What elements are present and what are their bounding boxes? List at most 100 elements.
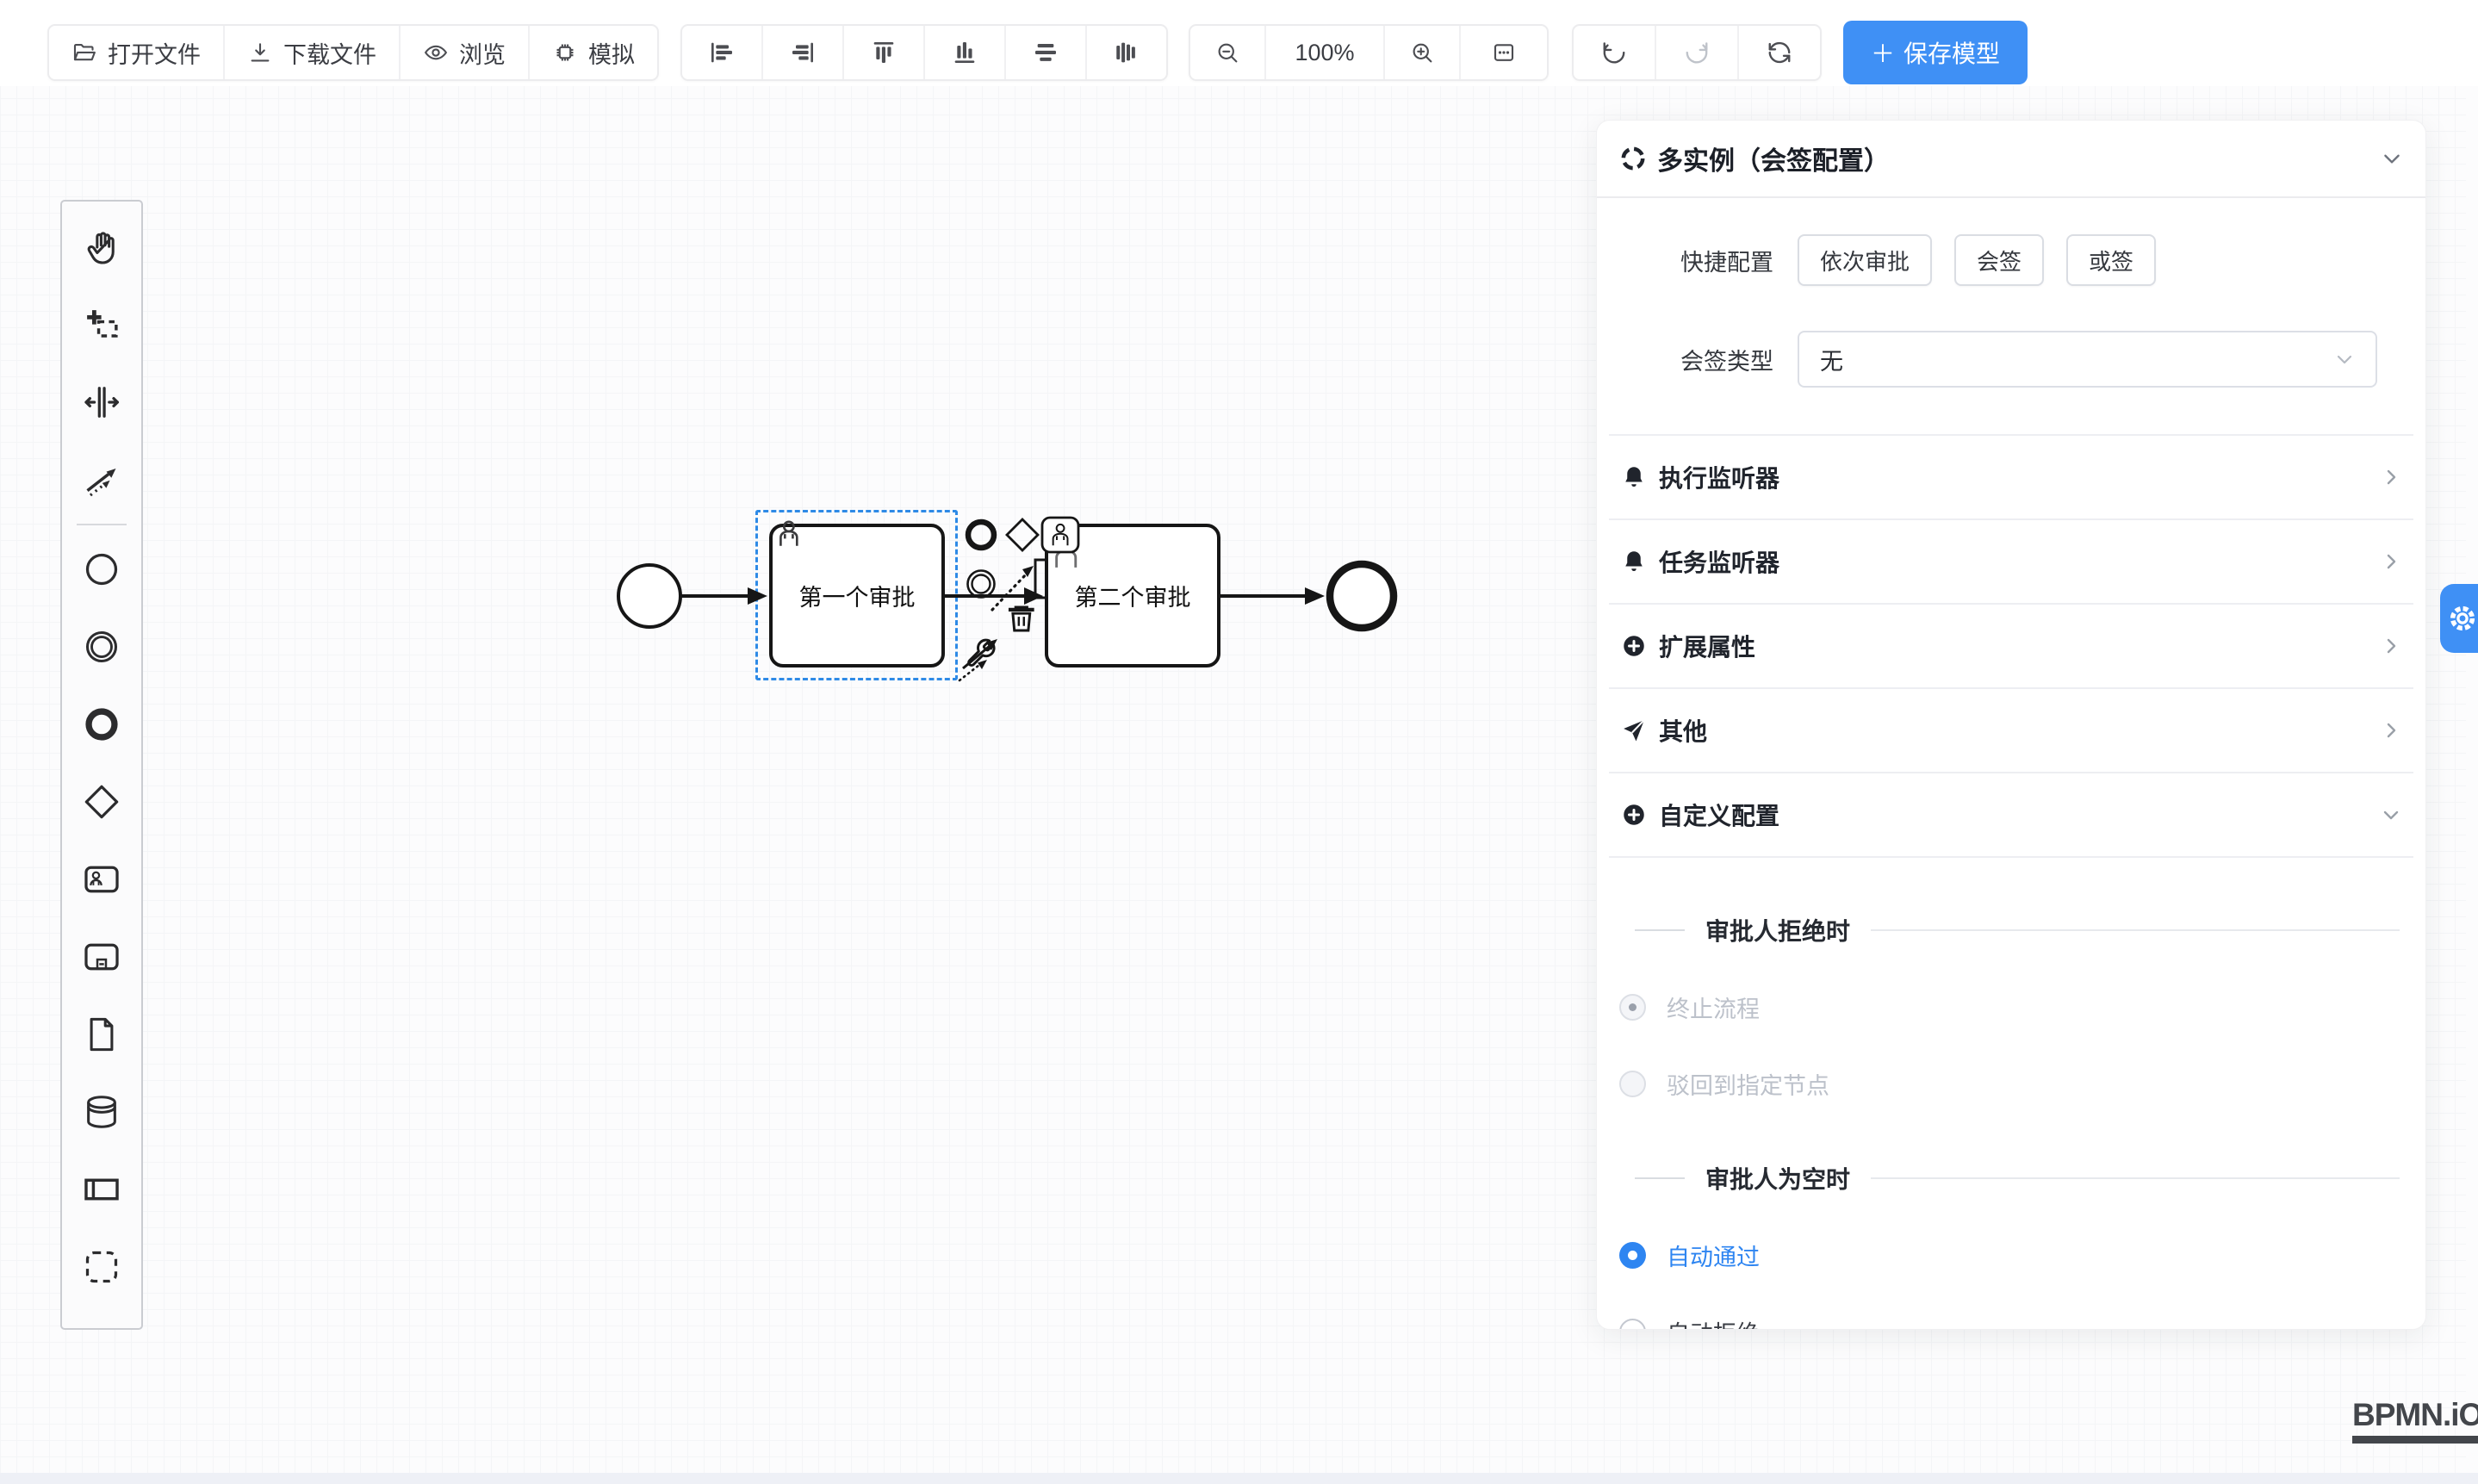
lasso-icon [82, 305, 121, 345]
browse-button[interactable]: 浏览 [401, 26, 530, 79]
sign-type-label: 会签类型 [1597, 343, 1773, 376]
section-label: 任务监听器 [1659, 544, 2369, 579]
align-middle-icon [1113, 39, 1140, 66]
zoom-fit-button[interactable] [1461, 26, 1547, 79]
reset-button[interactable] [1739, 26, 1820, 79]
redo-button[interactable] [1656, 26, 1739, 79]
task-second-approval[interactable]: 第二个审批 [1045, 524, 1220, 667]
undo-button[interactable] [1574, 26, 1656, 79]
redo-icon [1684, 40, 1710, 65]
sign-type-select[interactable]: 无 [1798, 331, 2377, 388]
quick-option-countersign-button[interactable]: 会签 [1954, 234, 2044, 286]
open-file-button[interactable]: 打开文件 [49, 26, 225, 79]
logo-underline [2352, 1436, 2478, 1444]
radio-auto-reject[interactable]: 自动拒绝 [1619, 1315, 2425, 1330]
create-data-object[interactable] [65, 996, 138, 1073]
section-extension-properties[interactable]: 扩展属性 [1609, 603, 2413, 687]
sequence-flow-3[interactable] [1220, 587, 1325, 605]
create-group[interactable] [65, 1228, 138, 1306]
task-first-approval[interactable]: 第一个审批 [769, 524, 945, 667]
bell-icon [1621, 464, 1647, 490]
create-gateway[interactable] [65, 763, 138, 841]
settings-tab[interactable] [2440, 584, 2478, 653]
sequence-flow-2[interactable] [945, 587, 1043, 605]
fit-screen-icon [1491, 40, 1517, 65]
radio-return-to-node[interactable]: 驳回到指定节点 [1619, 1067, 2425, 1101]
panel-sections: 执行监听器 任务监听器 扩展属性 [1609, 434, 2413, 858]
chevron-right-icon [2381, 636, 2401, 656]
align-left-button[interactable] [682, 26, 763, 79]
zoom-out-button[interactable] [1190, 26, 1266, 79]
section-other[interactable]: 其他 [1609, 687, 2413, 772]
zoom-out-icon [1214, 40, 1240, 65]
space-tool[interactable] [65, 363, 138, 441]
chevron-down-icon [2334, 349, 2355, 369]
download-file-button[interactable]: 下载文件 [225, 26, 401, 79]
wrench-icon[interactable] [969, 640, 994, 665]
bpmn-editor[interactable]: 打开文件 下载文件 浏览 模拟 [0, 0, 2478, 1484]
create-data-store[interactable] [65, 1073, 138, 1151]
append-end-event-icon[interactable] [968, 522, 994, 548]
panel-header[interactable]: 多实例（会签配置） [1597, 121, 2425, 198]
plus-icon: ＋ [1871, 35, 1895, 70]
connect-handle-icon[interactable] [992, 566, 1034, 610]
toolbar: 打开文件 下载文件 浏览 模拟 [0, 0, 2478, 86]
align-bottom-button[interactable] [925, 26, 1006, 79]
lasso-tool[interactable] [65, 286, 138, 363]
download-file-label: 下载文件 [283, 36, 376, 70]
hand-tool[interactable] [65, 208, 138, 286]
section-custom-config[interactable]: 自定义配置 [1609, 772, 2413, 858]
create-participant[interactable] [65, 1151, 138, 1228]
simulate-button[interactable]: 模拟 [530, 26, 657, 79]
radio-label: 自动拒绝 [1667, 1315, 1760, 1330]
plus-circle-icon [1621, 802, 1647, 828]
folder-open-icon [71, 40, 97, 65]
zoom-level[interactable]: 100% [1266, 26, 1385, 79]
align-center-button[interactable] [1006, 26, 1087, 79]
align-middle-button[interactable] [1087, 26, 1166, 79]
multi-instance-icon [1619, 145, 1647, 172]
create-subprocess[interactable] [65, 918, 138, 996]
section-execution-listener[interactable]: 执行监听器 [1609, 434, 2413, 518]
empty-group-divider: 审批人为空时 [1635, 1161, 2400, 1195]
trash-icon[interactable] [1009, 607, 1034, 630]
section-label: 自定义配置 [1659, 798, 2369, 832]
plus-circle-icon [1621, 633, 1647, 659]
start-event[interactable] [618, 565, 680, 627]
file-button-group: 打开文件 下载文件 浏览 模拟 [47, 24, 659, 81]
quick-option-orsign-button[interactable]: 或签 [2066, 234, 2156, 286]
bpmn-io-logo[interactable]: BPMN.iO [2352, 1397, 2478, 1444]
connect-arrows-icon[interactable] [960, 639, 997, 680]
send-icon [1621, 717, 1647, 743]
end-event[interactable] [1330, 564, 1394, 628]
simulate-label: 模拟 [588, 36, 635, 70]
global-connect-tool[interactable] [65, 441, 138, 518]
create-end-event[interactable] [65, 686, 138, 763]
create-start-event[interactable] [65, 531, 138, 608]
sequence-flow-1[interactable] [680, 587, 767, 605]
align-center-icon [1032, 39, 1059, 66]
save-model-button[interactable]: ＋ 保存模型 [1843, 21, 2028, 84]
palette-separator [77, 524, 127, 525]
append-intermediate-event-icon[interactable] [968, 571, 995, 598]
align-bottom-icon [951, 39, 978, 66]
chevron-down-icon[interactable] [2381, 147, 2403, 170]
section-label: 扩展属性 [1659, 629, 2369, 663]
align-right-button[interactable] [763, 26, 844, 79]
bottom-scrollbar[interactable] [0, 1473, 2478, 1484]
create-user-task[interactable] [65, 841, 138, 918]
scrollbar-track[interactable] [2466, 86, 2478, 1473]
quick-option-sequential-button[interactable]: 依次审批 [1798, 234, 1932, 286]
section-task-listener[interactable]: 任务监听器 [1609, 518, 2413, 603]
user-task-icon [82, 860, 121, 899]
append-gateway-icon[interactable] [1007, 519, 1038, 550]
zoom-in-button[interactable] [1385, 26, 1461, 79]
radio-terminate-process[interactable]: 终止流程 [1619, 990, 2425, 1024]
radio-auto-pass[interactable]: 自动通过 [1619, 1239, 2425, 1272]
align-top-button[interactable] [844, 26, 925, 79]
history-button-group [1572, 24, 1822, 81]
intermediate-event-icon [82, 627, 121, 667]
radio-icon [1619, 994, 1646, 1021]
eye-icon [423, 40, 449, 65]
create-intermediate-event[interactable] [65, 608, 138, 686]
